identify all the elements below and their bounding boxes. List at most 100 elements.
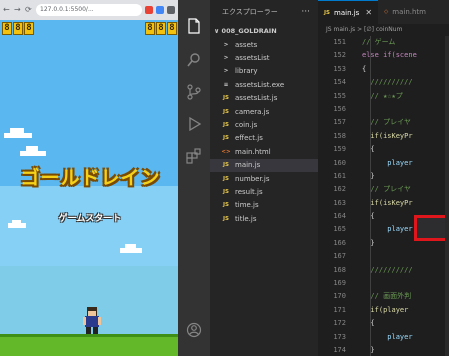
code-text: // プレイヤ — [362, 185, 411, 194]
run-debug-icon[interactable] — [186, 116, 202, 132]
code-text: if(player — [362, 305, 409, 314]
code-text: ////////// — [362, 78, 413, 87]
file-item[interactable]: JS title.js — [210, 212, 318, 225]
code-line[interactable]: 158 if(isKeyPr — [318, 130, 449, 143]
explorer-header: エクスプローラー ··· — [210, 0, 318, 24]
chevron-right-icon: > — [223, 41, 229, 48]
game-start-button[interactable]: ゲームスタート — [35, 211, 145, 224]
forward-icon[interactable]: → — [14, 6, 22, 14]
file-item[interactable]: > assetsList — [210, 51, 318, 64]
address-bar[interactable]: 127.0.0.1:5500/... — [36, 4, 142, 16]
file-item[interactable]: JS camera.js — [210, 105, 318, 118]
chevron-right-icon: > — [223, 55, 229, 62]
code-text: player — [362, 158, 413, 167]
code-line[interactable]: 173 player — [318, 331, 449, 344]
files-icon[interactable] — [186, 18, 202, 34]
more-actions-icon[interactable]: ··· — [301, 7, 310, 17]
code-text: // プレイヤ — [362, 118, 411, 127]
close-icon[interactable]: ✕ — [365, 8, 372, 17]
code-line[interactable]: 171 if(player — [318, 304, 449, 317]
line-number: 161 — [333, 171, 346, 180]
js-file-icon: JS — [222, 175, 229, 182]
code-line[interactable]: 151 // ゲーム — [318, 36, 449, 49]
ext-blue-icon[interactable] — [156, 6, 164, 14]
file-item[interactable]: JS number.js — [210, 172, 318, 185]
browser-toolbar: ← → ⟳ 127.0.0.1:5500/... — [0, 0, 178, 20]
file-label: assetsList.js — [235, 94, 278, 103]
file-item[interactable]: > library — [210, 65, 318, 78]
code-text: player — [362, 225, 413, 234]
line-number: 170 — [333, 292, 346, 301]
coin-digit: 8 — [13, 22, 23, 35]
line-number: 165 — [333, 225, 346, 234]
breadcrumb[interactable]: JS main.js > [∅] coinNum — [318, 24, 449, 36]
code-line[interactable]: 157 // プレイヤ — [318, 116, 449, 129]
cloud — [120, 244, 142, 253]
ext-gray-icon[interactable] — [167, 6, 175, 14]
highlight-box — [414, 215, 449, 241]
file-item[interactable]: <> main.html — [210, 145, 318, 158]
code-text: { — [362, 212, 375, 221]
file-label: assetsList.exe — [235, 80, 285, 89]
code-line[interactable]: 154 ////////// — [318, 76, 449, 89]
scrollbar[interactable] — [445, 36, 449, 356]
file-item[interactable]: ≡ assetsList.exe — [210, 78, 318, 91]
file-label: title.js — [235, 214, 257, 223]
line-number: 168 — [333, 265, 346, 274]
line-number: 173 — [333, 332, 346, 341]
code-line[interactable]: 170 // 画面外判 — [318, 290, 449, 303]
html-file-icon: <> — [221, 148, 231, 155]
code-line[interactable]: 167 — [318, 250, 449, 263]
ext-red-icon[interactable] — [145, 6, 153, 14]
reload-icon[interactable]: ⟳ — [25, 6, 33, 14]
file-label: coin.js — [235, 121, 258, 130]
explorer-title: エクスプローラー — [222, 8, 278, 16]
line-number: 163 — [333, 198, 346, 207]
project-folder[interactable]: ∨ 008_GOLDRAIN — [210, 24, 318, 38]
coin-digit: 8 — [24, 22, 34, 35]
line-number: 166 — [333, 238, 346, 247]
game-window[interactable]: ← → ⟳ 127.0.0.1:5500/... 8 8 8 8 8 8 ゴール… — [0, 0, 178, 356]
file-item[interactable]: JS coin.js — [210, 118, 318, 131]
code-line[interactable]: 172 { — [318, 317, 449, 330]
back-icon[interactable]: ← — [3, 6, 11, 14]
account-icon[interactable] — [186, 322, 202, 338]
file-item[interactable]: JS result.js — [210, 185, 318, 198]
score-hud: 8 8 8 8 8 8 — [0, 22, 178, 36]
file-item[interactable]: JS assetsList.js — [210, 92, 318, 105]
code-text: { — [362, 319, 375, 328]
search-icon[interactable] — [186, 52, 202, 68]
code-lines[interactable]: 151 // ゲーム 152 else if(scene 153 {154 ///////… — [318, 36, 449, 356]
code-text: if(isKeyPr — [362, 131, 413, 140]
time-digit: 8 — [156, 22, 166, 35]
code-line[interactable]: 161 } — [318, 170, 449, 183]
code-line[interactable]: 160 player — [318, 157, 449, 170]
html-file-icon: ◇ — [384, 9, 389, 15]
cloud — [4, 128, 32, 138]
code-line[interactable]: 163 if(isKeyPr — [318, 197, 449, 210]
code-line[interactable]: 153 { — [318, 63, 449, 76]
extensions-icon[interactable] — [186, 148, 202, 164]
tab-main-html[interactable]: ◇ main.htm — [378, 0, 432, 24]
code-editor[interactable]: JS main.js ✕ ◇ main.htm JS main.js > [∅]… — [318, 0, 449, 356]
js-file-icon: JS — [222, 215, 229, 222]
js-file-icon: JS — [222, 108, 229, 115]
code-line[interactable]: 159 { — [318, 143, 449, 156]
code-line[interactable]: 162 // プレイヤ — [318, 183, 449, 196]
file-item[interactable]: JS main.js — [210, 158, 318, 172]
file-item[interactable]: JS time.js — [210, 199, 318, 212]
file-item[interactable]: > assets — [210, 38, 318, 51]
code-line[interactable]: 156 — [318, 103, 449, 116]
line-number: 162 — [333, 185, 346, 194]
code-line[interactable]: 168 ////////// — [318, 264, 449, 277]
code-line[interactable]: 152 else if(scene — [318, 49, 449, 62]
tab-main-js[interactable]: JS main.js ✕ — [318, 0, 379, 24]
js-file-icon: JS — [222, 122, 229, 129]
file-item[interactable]: JS effect.js — [210, 132, 318, 145]
source-control-icon[interactable] — [186, 84, 202, 100]
cloud — [8, 220, 26, 228]
code-line[interactable]: 169 — [318, 277, 449, 290]
code-line[interactable]: 155 // ★☆★プ — [318, 90, 449, 103]
code-text: player — [362, 332, 413, 341]
code-line[interactable]: 174 } — [318, 344, 449, 356]
